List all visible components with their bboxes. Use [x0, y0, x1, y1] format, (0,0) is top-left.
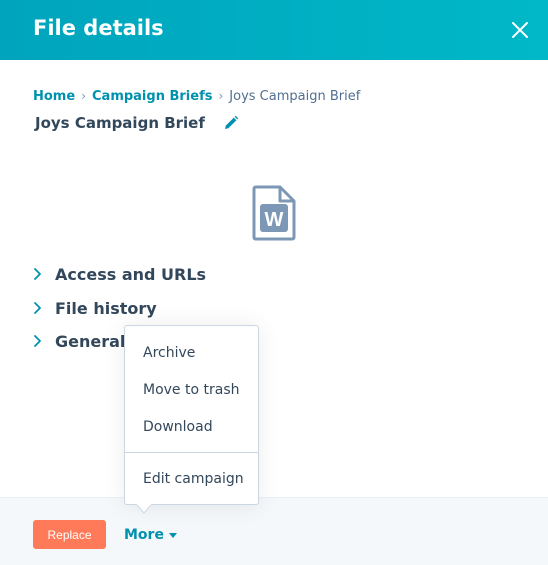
section-file-history[interactable]: File history — [33, 296, 157, 320]
section-label: General — [55, 331, 126, 351]
word-letter: W — [265, 209, 284, 231]
breadcrumb: Home › Campaign Briefs › Joys Campaign B… — [33, 87, 360, 105]
file-name: Joys Campaign Brief — [35, 114, 205, 132]
breadcrumb-home[interactable]: Home — [33, 89, 75, 104]
breadcrumb-current: Joys Campaign Brief — [229, 88, 361, 104]
pencil-icon — [224, 115, 239, 129]
chevron-right-icon — [34, 268, 41, 280]
section-label: File history — [55, 298, 157, 318]
more-button[interactable]: More — [124, 525, 177, 545]
chevron-right-icon: › — [81, 89, 86, 103]
caret-down-icon — [168, 532, 177, 538]
chevron-right-icon — [34, 335, 41, 347]
menu-pointer — [136, 504, 152, 514]
section-label: Access and URLs — [55, 264, 207, 284]
close-icon — [512, 22, 528, 38]
breadcrumb-campaign-briefs[interactable]: Campaign Briefs — [92, 89, 212, 104]
section-access-and-urls[interactable]: Access and URLs — [33, 262, 206, 286]
menu-item-edit-campaign[interactable]: Edit campaign — [125, 462, 258, 496]
file-title-row: Joys Campaign Brief — [35, 112, 239, 134]
edit-name-button[interactable] — [223, 115, 239, 131]
more-menu: Archive Move to trash Download Edit camp… — [124, 325, 259, 505]
panel-title: File details — [33, 16, 164, 40]
menu-item-archive[interactable]: Archive — [125, 336, 258, 370]
menu-divider — [125, 452, 258, 453]
close-button[interactable] — [506, 16, 534, 44]
chevron-right-icon: › — [218, 89, 224, 103]
replace-button[interactable]: Replace — [33, 520, 106, 549]
chevron-right-icon — [34, 302, 41, 314]
panel-header: File details — [0, 0, 548, 60]
word-document-icon: W — [252, 185, 296, 241]
menu-item-download[interactable]: Download — [125, 410, 258, 444]
more-label: More — [124, 527, 164, 543]
menu-item-move-to-trash[interactable]: Move to trash — [125, 373, 258, 407]
section-general[interactable]: General — [33, 329, 125, 353]
